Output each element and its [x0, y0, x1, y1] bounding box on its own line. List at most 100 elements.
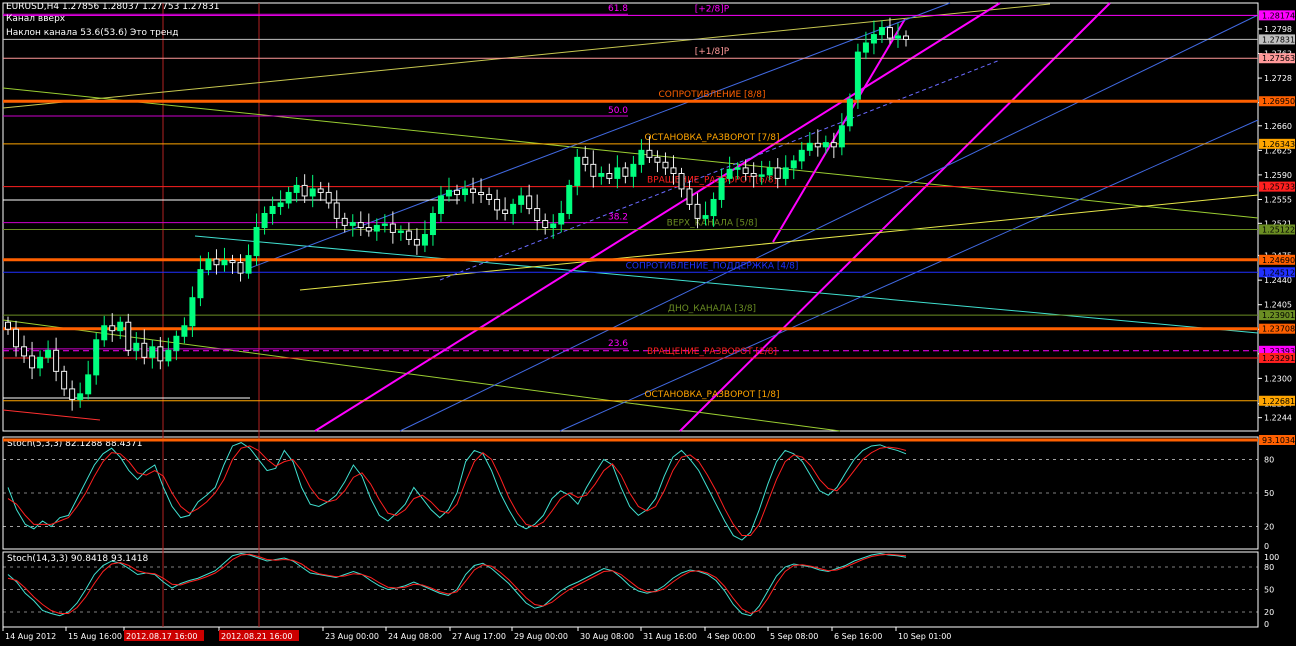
level-label-6: ВЕРХ_КАНАЛА [5/8] [667, 218, 758, 228]
candle-body-76 [614, 167, 621, 179]
candle-body-104 [838, 125, 845, 148]
stoch2-title: Stoch(14,3,3) 90.8418 93.1418 [7, 554, 148, 564]
candle-body-93 [750, 172, 757, 177]
level-price-text-13: 1.22681 [1262, 397, 1295, 406]
level-price-text-6: 1.25122 [1262, 225, 1295, 234]
level-price-text-0: 1.28174 [1262, 11, 1295, 20]
candle-body-79 [638, 149, 645, 165]
candle-body-18 [149, 346, 156, 358]
candle-body-89 [718, 177, 725, 200]
level-price-text-9: 1.23901 [1262, 311, 1295, 320]
candle-body-0 [5, 321, 11, 330]
candle-body-16 [133, 342, 140, 351]
price-tick-label-16: 1.2244 [1264, 414, 1292, 423]
x-axis-label-11: 5 Sep 08:00 [770, 632, 818, 641]
candle-body-11 [93, 339, 100, 376]
candle-body-72 [582, 156, 589, 165]
price-tick-label-2: 1.2728 [1264, 74, 1292, 83]
channel-direction-label: Канал вверх [6, 14, 66, 24]
candle-body-25 [205, 258, 212, 271]
candle-body-34 [277, 202, 284, 207]
level-price-text-2: 1.27563 [1262, 54, 1295, 63]
candle-body-40 [325, 191, 332, 204]
candle-body-95 [766, 167, 773, 176]
candle-body-92 [742, 167, 749, 174]
channel-line-7 [249, 2, 951, 269]
fib-label-1: 50.0 [608, 106, 628, 116]
candle-body-107 [862, 42, 869, 53]
level-label-2: [+1/8]P [695, 47, 730, 57]
candle-body-42 [341, 217, 348, 226]
stoch1-level-label-3: 0 [1264, 542, 1269, 551]
candle-body-46 [373, 224, 380, 232]
candle-body-27 [221, 260, 228, 266]
candle-body-84 [678, 172, 685, 190]
candle-body-14 [117, 321, 124, 332]
candle-body-17 [141, 342, 148, 358]
x-axis-label-2: 2012.08.17 16:00 [126, 632, 197, 641]
x-axis-label-9: 31 Aug 16:00 [643, 632, 697, 641]
candle-body-69 [558, 212, 565, 225]
level-label-13: ОСТАНОВКА_РАЗВОРОТ [1/8] [644, 390, 779, 400]
candle-body-106 [854, 51, 861, 100]
candle-body-110 [886, 27, 893, 39]
x-axis-label-7: 29 Aug 00:00 [514, 632, 568, 641]
candle-body-90 [726, 168, 733, 179]
stoch1-level-label-0: 80 [1264, 455, 1274, 464]
symbol-ohlc-header: EURUSD,H4 1.27856 1.28037 1.27753 1.2783… [6, 2, 220, 12]
level-price-text-12: 1.23291 [1262, 354, 1295, 363]
candle-body-39 [317, 188, 324, 193]
candle-body-71 [574, 156, 581, 186]
candle-body-112 [903, 35, 909, 40]
candle-body-45 [365, 227, 372, 232]
candle-body-9 [77, 393, 84, 400]
candle-body-51 [413, 238, 420, 246]
candle-body-102 [822, 142, 829, 148]
stoch2-level-label-4: 0 [1264, 620, 1269, 629]
price-tick-label-11: 1.2405 [1264, 301, 1292, 310]
price-chart[interactable]: 1.27981.27631.27281.26931.26601.26251.25… [0, 0, 1296, 646]
level-price-text-5: 1.25733 [1262, 183, 1295, 192]
candle-body-10 [85, 374, 92, 395]
candle-body-49 [397, 230, 404, 233]
candle-body-61 [494, 198, 501, 211]
trend-label: Это тренд [130, 28, 179, 38]
channel-line-0 [2, 3, 1051, 109]
stoch1-main-line [7, 442, 907, 541]
candle-body-57 [462, 188, 469, 196]
candle-body-80 [646, 149, 653, 158]
candle-body-1 [13, 328, 20, 348]
level-label-0: [+2/8]P [695, 4, 730, 14]
candle-body-26 [213, 258, 220, 266]
candle-body-64 [518, 195, 525, 205]
level-label-8: СОПРОТИВЛЕНИЕ_ПОДДЕРЖКА [4/8] [626, 261, 799, 271]
candle-body-6 [53, 349, 60, 372]
candle-body-56 [454, 189, 460, 196]
level-price-text-10: 1.23708 [1262, 325, 1295, 334]
candle-body-94 [758, 174, 765, 177]
candle-body-31 [253, 227, 260, 257]
fib-label-0: 61.8 [608, 4, 628, 14]
x-axis-label-13: 10 Sep 01:00 [898, 632, 951, 641]
candle-body-13 [109, 325, 116, 332]
x-axis-label-4: 23 Aug 00:00 [325, 632, 379, 641]
candle-body-19 [157, 346, 164, 362]
level-label-4: ОСТАНОВКА_РАЗВОРОТ [7/8] [644, 133, 779, 143]
level-price-text-8: 1.24512 [1262, 268, 1295, 277]
x-axis-label-3: 2012.08.21 16:00 [221, 632, 292, 641]
candle-body-97 [782, 167, 789, 179]
level-label-3: СОПРОТИВЛЕНИЕ [8/8] [658, 90, 765, 100]
fib-label-2: 38.2 [608, 213, 628, 223]
candle-body-15 [125, 321, 132, 351]
candle-body-28 [229, 260, 236, 264]
level-price-text-4: 1.26343 [1262, 140, 1295, 149]
candle-body-32 [261, 212, 268, 229]
candle-body-77 [622, 167, 629, 177]
candle-body-109 [878, 27, 885, 36]
candle-body-63 [510, 203, 517, 214]
stoch2-level-label-1: 80 [1264, 563, 1274, 572]
x-axis-label-1: 15 Aug 16:00 [68, 632, 122, 641]
candle-body-41 [333, 202, 340, 219]
candle-body-98 [790, 160, 797, 169]
channel-line-11 [2, 409, 101, 421]
